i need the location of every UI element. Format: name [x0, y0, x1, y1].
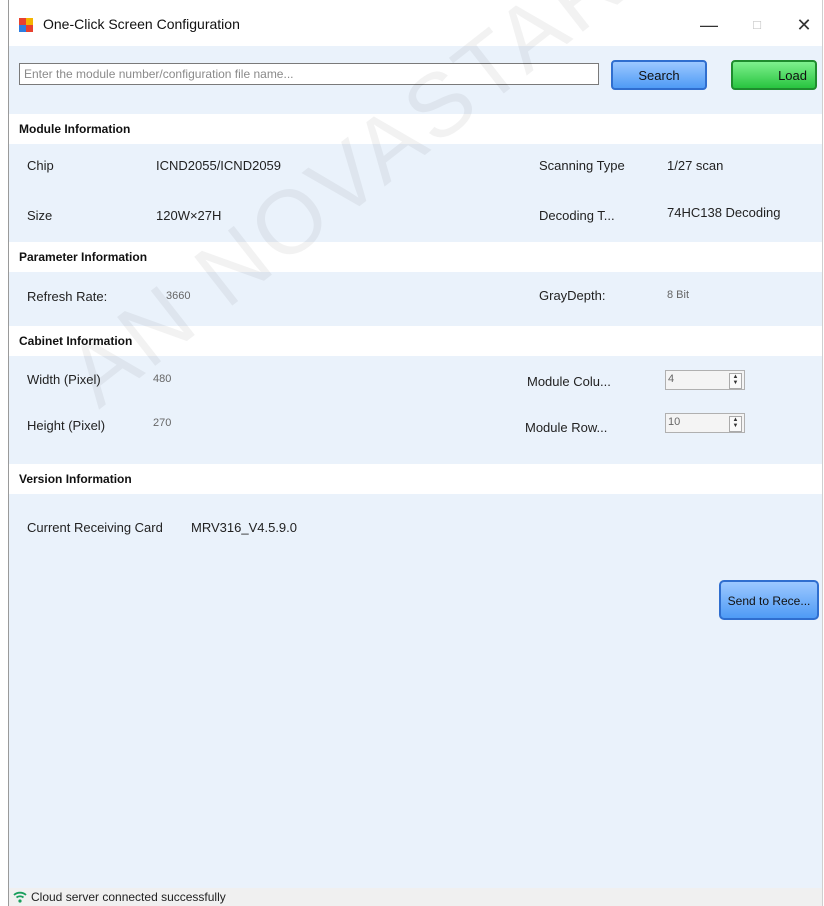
version-info-header: Version Information — [9, 464, 822, 494]
size-value: 120W×27H — [156, 208, 222, 223]
send-to-receiving-card-button[interactable]: Send to Rece... — [719, 580, 819, 620]
gray-depth-value: 8 Bit — [667, 289, 690, 301]
title-bar: One-Click Screen Configuration — □ ✕ — [9, 0, 822, 46]
decoding-type-value: 74HC138 Decoding — [667, 205, 781, 220]
maximize-button[interactable]: □ — [737, 10, 777, 40]
parameter-info-header: Parameter Information — [9, 242, 822, 272]
wifi-icon — [13, 891, 27, 903]
refresh-rate-label: Refresh Rate: — [27, 289, 108, 304]
main-panel: Search Load Module Information Chip ICND… — [9, 0, 822, 888]
search-input[interactable] — [19, 63, 599, 85]
gray-depth-label: GrayDepth: — [539, 288, 606, 303]
decoding-type-label: Decoding T... — [539, 208, 615, 223]
module-info-header: Module Information — [9, 114, 822, 144]
module-columns-stepper[interactable]: 4 ▲ ▼ — [665, 370, 745, 390]
app-window: One-Click Screen Configuration — □ ✕ Sea… — [8, 0, 823, 906]
status-text: Cloud server connected successfully — [31, 890, 226, 904]
cabinet-info-header: Cabinet Information — [9, 326, 822, 356]
receiving-card-label: Current Receiving Card — [27, 520, 163, 535]
section-title: Parameter Information — [19, 250, 148, 264]
height-pixel-label: Height (Pixel) — [27, 418, 106, 433]
stepper-value: 4 — [668, 373, 675, 385]
status-bar: Cloud server connected successfully — [9, 888, 822, 906]
module-columns-label: Module Colu... — [527, 374, 611, 389]
receiving-card-value: MRV316_V4.5.9.0 — [191, 520, 297, 535]
section-title: Cabinet Information — [19, 334, 133, 348]
app-icon — [19, 18, 33, 32]
width-pixel-label: Width (Pixel) — [27, 372, 101, 387]
size-label: Size — [27, 208, 53, 223]
section-title: Version Information — [19, 472, 132, 486]
chip-label: Chip — [27, 158, 54, 173]
load-button[interactable]: Load — [731, 60, 817, 90]
chip-value: ICND2055/ICND2059 — [156, 158, 282, 173]
scanning-type-value: 1/27 scan — [667, 158, 724, 173]
scanning-type-label: Scanning Type — [539, 158, 625, 173]
minimize-button[interactable]: — — [689, 10, 729, 40]
stepper-value: 10 — [668, 416, 681, 428]
width-pixel-value: 480 — [153, 373, 172, 385]
refresh-rate-value: 3660 — [166, 290, 191, 302]
section-title: Module Information — [19, 122, 131, 136]
module-rows-label: Module Row... — [525, 420, 608, 435]
search-button[interactable]: Search — [611, 60, 707, 90]
close-button[interactable]: ✕ — [784, 10, 824, 40]
window-title: One-Click Screen Configuration — [43, 16, 240, 32]
height-pixel-value: 270 — [153, 417, 172, 429]
module-rows-stepper[interactable]: 10 ▲ ▼ — [665, 413, 745, 433]
stepper-arrows-icon[interactable]: ▲ ▼ — [729, 416, 742, 432]
stepper-arrows-icon[interactable]: ▲ ▼ — [729, 373, 742, 389]
